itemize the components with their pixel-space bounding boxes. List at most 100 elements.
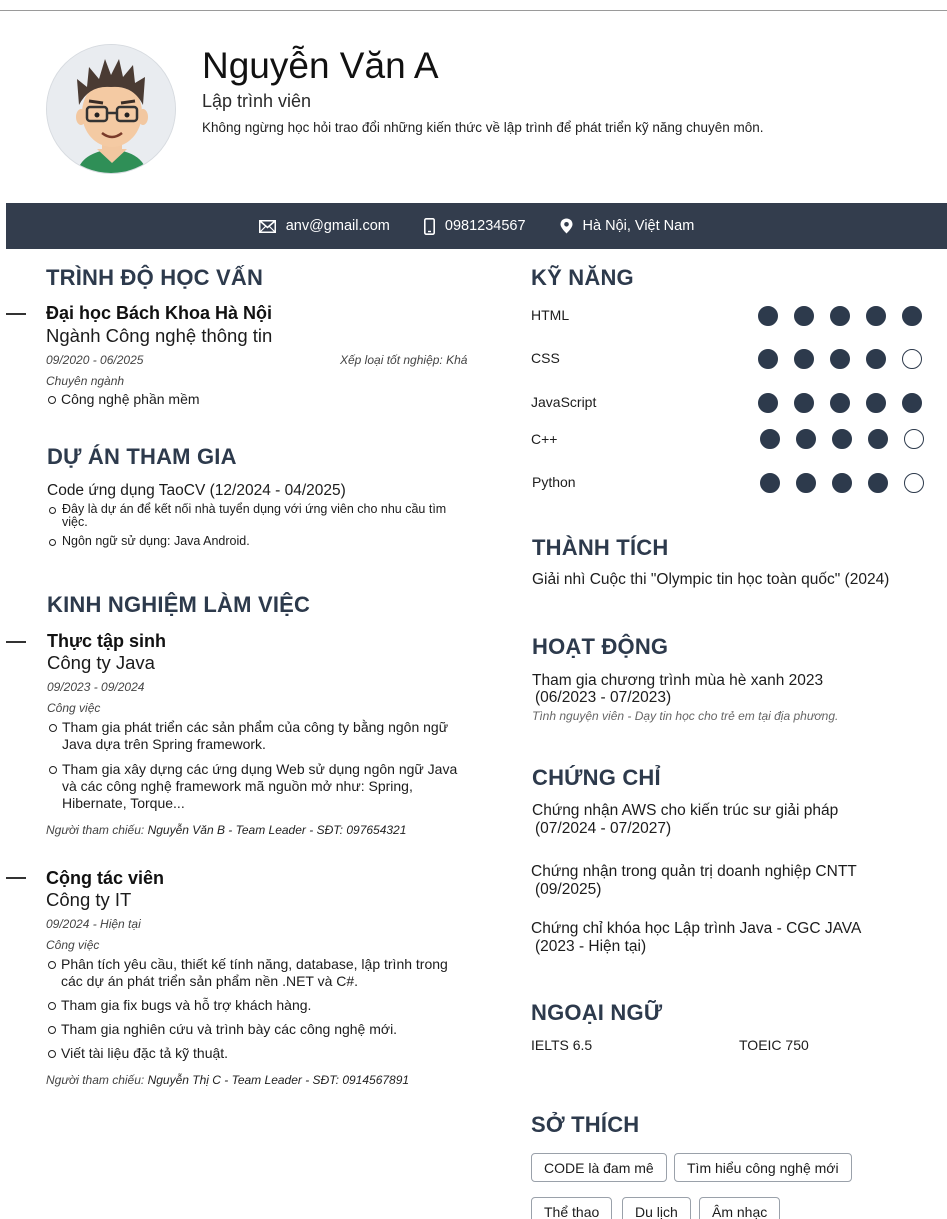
list-item: Tham gia phát triển các sản phẩm của côn… <box>47 719 472 753</box>
contact-email[interactable]: anv@gmail.com <box>258 218 390 234</box>
skill-rating <box>760 429 924 449</box>
rating-dot-filled <box>868 429 888 449</box>
avatar <box>46 44 176 174</box>
major-name: Ngành Công nghệ thông tin <box>46 325 273 346</box>
experience-heading: KINH NGHIỆM LÀM VIỆC <box>47 592 311 617</box>
rating-dot-filled <box>866 393 886 413</box>
candidate-summary: Không ngừng học hỏi trao đổi những kiến … <box>202 120 764 135</box>
hobby-tag: Du lịch <box>622 1197 691 1219</box>
reference-value: Nguyễn Thị C - Team Leader - SĐT: 091456… <box>147 1073 410 1087</box>
rating-dot-filled <box>832 429 852 449</box>
rating-dot-filled <box>830 306 850 326</box>
rating-dot-filled <box>758 306 778 326</box>
job-period: 09/2023 - 09/2024 <box>47 680 145 694</box>
job-position: Thực tập sinh <box>47 631 167 651</box>
rating-dot-empty <box>904 429 924 449</box>
rating-dot-filled <box>760 473 780 493</box>
job-company: Công ty IT <box>46 889 132 910</box>
job-marker <box>6 877 26 879</box>
phone-text: 0981234567 <box>444 218 526 234</box>
award-item: Giải nhì Cuộc thi "Olympic tin học toàn … <box>532 571 890 588</box>
list-item: Tham gia nghiên cứu và trình bày các côn… <box>46 1021 471 1038</box>
project-bullets: Đây là dự án để kết nối nhà tuyển dụng v… <box>47 503 472 548</box>
job-bullets: Tham gia phát triển các sản phẩm của côn… <box>47 719 472 812</box>
skill-name: Python <box>532 474 576 490</box>
projects-heading: DỰ ÁN THAM GIA <box>47 444 237 469</box>
hobby-tag: Âm nhạc <box>699 1197 781 1219</box>
rating-dot-filled <box>866 349 886 369</box>
mail-icon <box>258 219 276 233</box>
certificate-name: Chứng nhận trong quản trị doanh nghiệp C… <box>531 863 857 880</box>
activity-period: (06/2023 - 07/2023) <box>535 689 672 706</box>
hobby-tag: Tìm hiểu công nghệ mới <box>674 1153 852 1182</box>
hobby-tag: CODE là đam mê <box>531 1153 667 1182</box>
skill-name: JavaScript <box>531 394 597 410</box>
rating-dot-filled <box>758 393 778 413</box>
rating-dot-filled <box>830 349 850 369</box>
activity-title: Tham gia chương trình mùa hè xanh 2023 <box>532 672 824 689</box>
reference-label: Người tham chiếu: <box>46 1073 145 1087</box>
job-company: Công ty Java <box>47 652 155 673</box>
rating-dot-filled <box>758 349 778 369</box>
specialty-label: Chuyên ngành <box>46 374 125 388</box>
certificates-heading: CHỨNG CHỈ <box>532 765 661 790</box>
list-item: Phân tích yêu cầu, thiết kế tính năng, d… <box>46 956 471 990</box>
certificate-period: (07/2024 - 07/2027) <box>535 820 672 837</box>
skill-rating <box>758 393 922 413</box>
skill-rating <box>758 349 922 369</box>
rating-dot-filled <box>796 473 816 493</box>
activities-heading: HOẠT ĐỘNG <box>532 634 669 659</box>
list-item: Viết tài liệu đặc tả kỹ thuật. <box>46 1045 471 1062</box>
reference-label: Người tham chiếu: <box>46 823 145 837</box>
candidate-name: Nguyễn Văn A <box>202 45 439 86</box>
certificate-period: (2023 - Hiện tại) <box>535 938 647 955</box>
rating-dot-filled <box>902 393 922 413</box>
education-marker <box>6 313 26 315</box>
education-heading: TRÌNH ĐỘ HỌC VẤN <box>46 265 264 290</box>
list-item: Ngôn ngữ sử dụng: Java Android. <box>47 535 472 548</box>
rating-dot-filled <box>832 473 852 493</box>
job-bullets: Phân tích yêu cầu, thiết kế tính năng, d… <box>46 956 471 1062</box>
education-grade: Xếp loại tốt nghiệp: Khá <box>340 353 468 367</box>
certificate-name: Chứng chỉ khóa học Lập trình Java - CGC … <box>531 920 862 937</box>
job-reference: Người tham chiếu: Nguyễn Văn B - Team Le… <box>46 823 406 838</box>
list-item: Đây là dự án để kết nối nhà tuyển dụng v… <box>47 503 472 529</box>
job-marker <box>6 641 26 643</box>
school-name: Đại học Bách Khoa Hà Nội <box>46 303 273 323</box>
languages-heading: NGOẠI NGỮ <box>531 1000 663 1025</box>
hobby-tag: Thể thao <box>531 1197 613 1219</box>
specialty-list: Công nghệ phần mềm <box>46 391 476 408</box>
job-work-label: Công việc <box>47 701 101 715</box>
rating-dot-filled <box>796 429 816 449</box>
rating-dot-filled <box>868 473 888 493</box>
reference-value: Nguyễn Văn B - Team Leader - SĐT: 097654… <box>147 823 407 837</box>
contact-bar: anv@gmail.com 0981234567 Hà Nội, Việt Na… <box>6 203 947 249</box>
contact-location: Hà Nội, Việt Nam <box>560 218 695 234</box>
skills-heading: KỸ NĂNG <box>531 265 634 290</box>
contact-phone[interactable]: 0981234567 <box>423 217 526 235</box>
skill-name: C++ <box>531 431 558 447</box>
job-work-label: Công việc <box>46 938 100 952</box>
certificate-period: (09/2025) <box>535 881 602 898</box>
language-item: IELTS 6.5 <box>531 1037 593 1053</box>
rating-dot-filled <box>794 393 814 413</box>
job-reference: Người tham chiếu: Nguyễn Thị C - Team Le… <box>46 1073 409 1088</box>
language-item: TOEIC 750 <box>739 1037 809 1053</box>
activity-detail: Tình nguyện viên - Dạy tin học cho trẻ e… <box>532 709 839 723</box>
rating-dot-filled <box>760 429 780 449</box>
project-title: Code ứng dụng TaoCV (12/2024 - 04/2025) <box>47 482 346 499</box>
list-item: Công nghệ phần mềm <box>46 391 476 408</box>
rating-dot-empty <box>902 349 922 369</box>
rating-dot-filled <box>794 349 814 369</box>
hobbies-heading: SỞ THÍCH <box>531 1112 640 1137</box>
rating-dot-filled <box>830 393 850 413</box>
rating-dot-filled <box>794 306 814 326</box>
avatar-illustration <box>47 45 175 173</box>
skill-name: CSS <box>531 350 560 366</box>
rating-dot-filled <box>902 306 922 326</box>
list-item: Tham gia xây dựng các ứng dụng Web sử dụ… <box>47 761 472 812</box>
candidate-title: Lập trình viên <box>202 91 312 111</box>
skill-name: HTML <box>531 307 570 323</box>
skill-rating <box>758 306 922 326</box>
location-text: Hà Nội, Việt Nam <box>582 218 695 234</box>
